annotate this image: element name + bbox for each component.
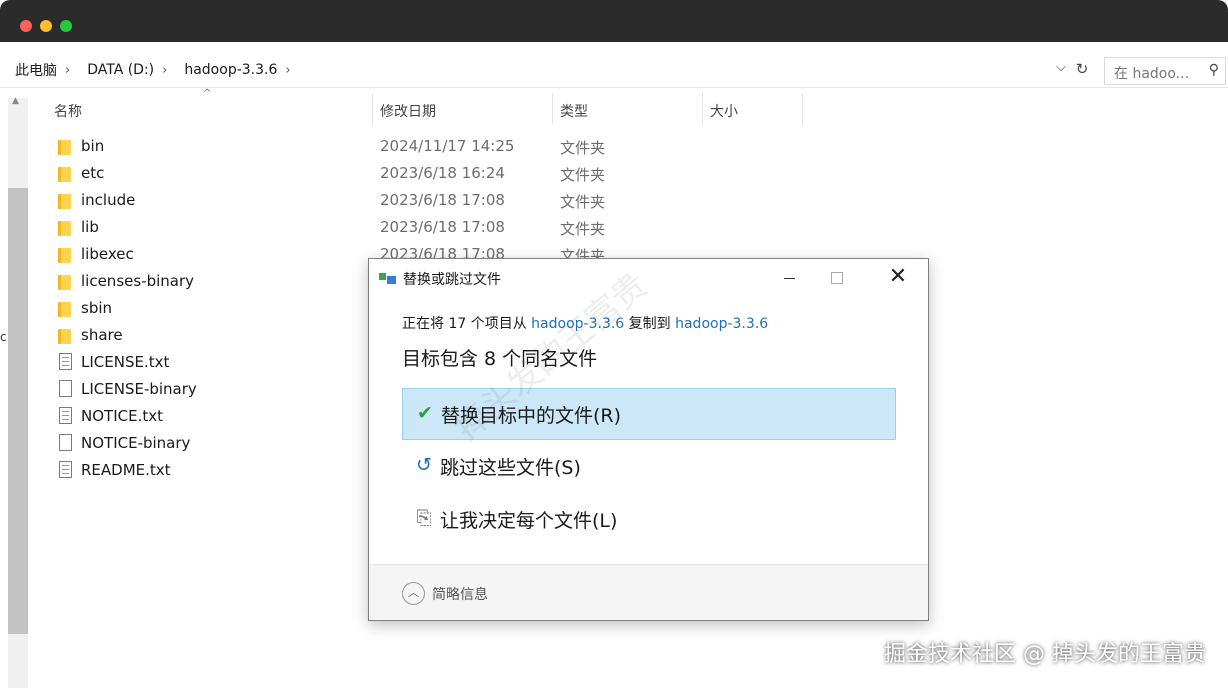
column-header-size[interactable]: 大小 bbox=[710, 93, 800, 125]
folder-icon bbox=[58, 221, 71, 236]
file-name: NOTICE.txt bbox=[81, 407, 163, 425]
column-header-type[interactable]: 类型 bbox=[560, 93, 700, 125]
file-icon bbox=[59, 380, 72, 397]
file-name: include bbox=[81, 191, 136, 209]
file-date: 2023/6/18 17:08 bbox=[380, 191, 505, 209]
file-name: lib bbox=[81, 218, 99, 236]
file-date: 2024/11/17 14:25 bbox=[380, 137, 515, 155]
file-type: 文件夹 bbox=[560, 139, 606, 157]
folder-icon bbox=[58, 248, 71, 263]
folder-icon bbox=[58, 329, 71, 344]
scroll-up-icon[interactable]: ▲ bbox=[12, 96, 19, 106]
destination-folder-link[interactable]: hadoop-3.3.6 bbox=[675, 316, 768, 332]
replace-or-skip-dialog: 替换或跳过文件 ✕ 正在将 17 个项目从 hadoop-3.3.6 复制到 h… bbox=[368, 258, 929, 621]
file-type: 文件夹 bbox=[560, 220, 606, 238]
file-date: 2023/6/18 17:08 bbox=[380, 218, 505, 236]
search-placeholder: 在 hadoo... bbox=[1114, 66, 1190, 82]
file-name: NOTICE-binary bbox=[81, 434, 191, 452]
file-row[interactable]: include 2023/6/18 17:08 文件夹 bbox=[50, 188, 770, 215]
folder-icon bbox=[58, 167, 71, 182]
file-name: licenses-binary bbox=[81, 272, 195, 290]
close-icon[interactable]: ✕ bbox=[875, 263, 921, 295]
file-type: 文件夹 bbox=[560, 166, 606, 184]
corner-watermark: 掘金技术社区 @ 掉头发的王富贵 bbox=[884, 642, 1206, 667]
folder-icon bbox=[58, 302, 71, 317]
search-input[interactable]: 在 hadoo... ⚲ bbox=[1104, 57, 1226, 85]
folder-icon bbox=[58, 140, 71, 155]
breadcrumb-this-pc[interactable]: 此电脑 bbox=[0, 60, 63, 80]
column-header-date[interactable]: 修改日期 bbox=[380, 93, 550, 125]
breadcrumb[interactable]: 此电脑 › DATA (D:) › hadoop-3.3.6 › bbox=[0, 56, 1094, 84]
file-name: LICENSE.txt bbox=[81, 353, 170, 371]
column-divider[interactable] bbox=[372, 93, 373, 125]
file-name: libexec bbox=[81, 245, 134, 263]
breadcrumb-drive[interactable]: DATA (D:) bbox=[72, 62, 160, 78]
maximize-icon bbox=[813, 259, 859, 297]
chevron-right-icon[interactable]: › bbox=[283, 63, 292, 78]
file-date: 2023/6/18 16:24 bbox=[380, 164, 505, 182]
file-name: LICENSE-binary bbox=[81, 380, 197, 398]
fewer-details-button[interactable]: 简略信息 bbox=[432, 584, 488, 604]
folder-icon bbox=[58, 275, 71, 290]
option-label: 让我决定每个文件(L) bbox=[440, 510, 618, 532]
chevron-up-icon[interactable]: ︿ bbox=[402, 582, 425, 605]
search-icon[interactable]: ⚲ bbox=[1209, 62, 1219, 78]
address-bar: 此电脑 › DATA (D:) › hadoop-3.3.6 › ⌵ ↻ 在 h… bbox=[0, 52, 1228, 88]
column-divider[interactable] bbox=[802, 93, 803, 125]
dialog-title: 替换或跳过文件 bbox=[403, 272, 501, 288]
nav-scrollbar-thumb[interactable] bbox=[8, 188, 28, 634]
nav-partial-label: c bbox=[0, 330, 7, 344]
file-name: share bbox=[81, 326, 123, 344]
dialog-footer: ︿ 简略信息 bbox=[369, 564, 928, 620]
column-divider[interactable] bbox=[702, 93, 703, 125]
file-row[interactable]: etc 2023/6/18 16:24 文件夹 bbox=[50, 161, 770, 188]
minimize-icon[interactable] bbox=[767, 259, 813, 297]
column-header-name[interactable]: 名称 bbox=[54, 93, 370, 125]
text-file-icon bbox=[59, 461, 72, 478]
checkmark-icon: ✔ bbox=[417, 402, 433, 424]
folder-icon bbox=[58, 194, 71, 209]
breadcrumb-folder[interactable]: hadoop-3.3.6 bbox=[169, 62, 283, 78]
chevron-right-icon[interactable]: › bbox=[63, 63, 72, 78]
file-type: 文件夹 bbox=[560, 193, 606, 211]
text-file-icon bbox=[59, 407, 72, 424]
undo-icon: ↺ bbox=[416, 454, 432, 476]
copy-middle: 复制到 bbox=[624, 316, 676, 332]
compare-files-icon: ⎘ bbox=[416, 507, 432, 529]
file-name: sbin bbox=[81, 299, 113, 317]
file-row[interactable]: lib 2023/6/18 17:08 文件夹 bbox=[50, 215, 770, 242]
file-icon bbox=[59, 434, 72, 451]
close-window-button[interactable] bbox=[20, 20, 32, 32]
file-name: README.txt bbox=[81, 461, 171, 479]
copy-prefix: 正在将 17 个项目从 bbox=[402, 316, 532, 332]
window-titlebar bbox=[0, 0, 1228, 42]
column-divider[interactable] bbox=[552, 93, 553, 125]
text-file-icon bbox=[59, 353, 72, 370]
zoom-window-button[interactable] bbox=[60, 20, 72, 32]
decide-each-file-option[interactable]: ⎘ 让我决定每个文件(L) bbox=[402, 494, 896, 546]
skip-files-option[interactable]: ↺ 跳过这些文件(S) bbox=[402, 441, 896, 493]
refresh-icon[interactable]: ↻ bbox=[1072, 60, 1092, 80]
minimize-window-button[interactable] bbox=[40, 20, 52, 32]
file-row[interactable]: bin 2024/11/17 14:25 文件夹 bbox=[50, 134, 770, 161]
option-label: 跳过这些文件(S) bbox=[440, 457, 581, 479]
file-name: bin bbox=[81, 137, 105, 155]
copy-app-icon bbox=[379, 271, 401, 285]
file-name: etc bbox=[81, 164, 105, 182]
chevron-right-icon[interactable]: › bbox=[160, 63, 169, 78]
chevron-down-icon[interactable]: ⌵ bbox=[1052, 60, 1070, 80]
